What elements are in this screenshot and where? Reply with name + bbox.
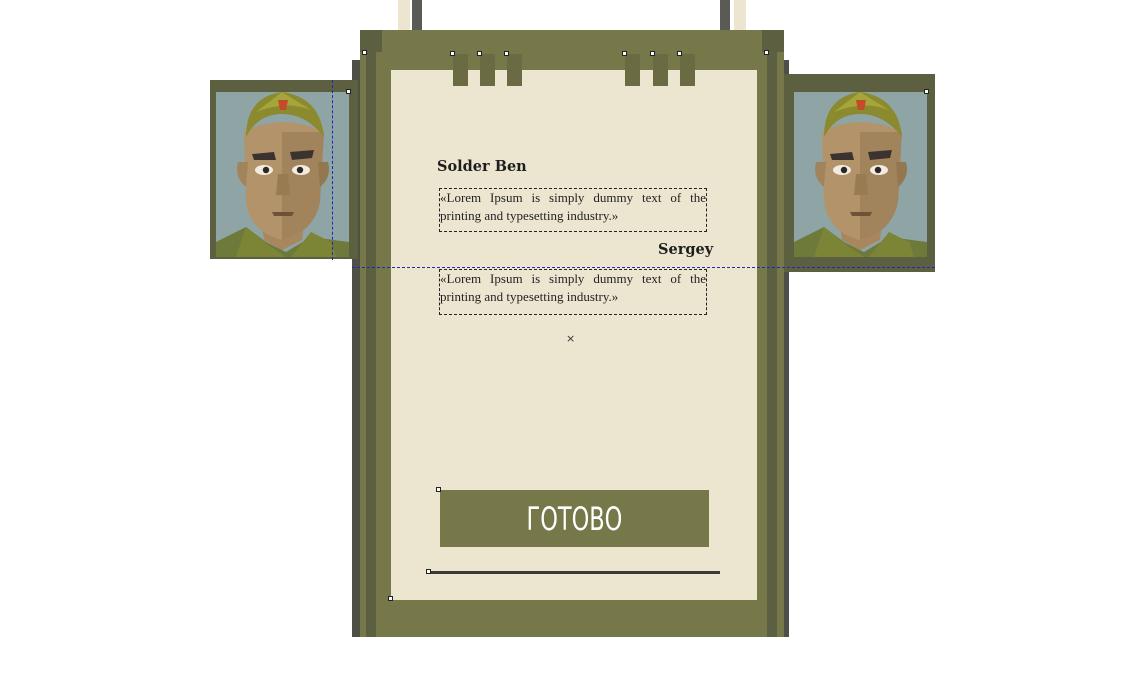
selection-handle[interactable] (346, 89, 351, 94)
selection-handle[interactable] (764, 50, 769, 55)
selection-handle[interactable] (388, 596, 393, 601)
guide-line-horizontal (352, 267, 935, 268)
panel-corner-right (762, 30, 784, 52)
selection-handle[interactable] (504, 51, 509, 56)
binder-tab (653, 54, 668, 86)
selection-handle[interactable] (677, 51, 682, 56)
speaker1-speech[interactable]: «Lorem Ipsum is simply dummy text of the… (439, 188, 707, 232)
selection-handle[interactable] (436, 487, 441, 492)
left-strap (398, 0, 426, 32)
right-soldier-portrait (794, 92, 927, 257)
divider-line (428, 571, 720, 574)
binder-tab (453, 54, 468, 86)
selection-handle[interactable] (477, 51, 482, 56)
selection-handle[interactable] (362, 50, 367, 55)
soldier-face-icon (794, 92, 927, 257)
panel-corner-left (360, 30, 382, 52)
selection-handle[interactable] (650, 51, 655, 56)
selection-handle[interactable] (426, 569, 431, 574)
speaker2-speech[interactable]: «Lorem Ipsum is simply dummy text of the… (439, 269, 707, 315)
binder-tab (625, 54, 640, 86)
left-soldier-portrait (216, 92, 349, 257)
selection-handle[interactable] (924, 89, 929, 94)
binder-tab (680, 54, 695, 86)
binder-tab (507, 54, 522, 86)
binder-tab (480, 54, 495, 86)
close-icon[interactable]: × (566, 332, 575, 345)
speaker1-name: Solder Ben (437, 158, 527, 175)
panel-edge-right (767, 52, 777, 637)
speaker2-name: Sergey (658, 241, 714, 258)
selection-handle[interactable] (450, 51, 455, 56)
soldier-face-icon (216, 92, 349, 257)
done-button-label: ГОТОВО (526, 499, 623, 538)
panel-edge-left (366, 52, 376, 637)
selection-handle[interactable] (622, 51, 627, 56)
done-button[interactable]: ГОТОВО (440, 490, 709, 547)
guide-line-vertical (332, 80, 333, 260)
right-strap (720, 0, 748, 32)
